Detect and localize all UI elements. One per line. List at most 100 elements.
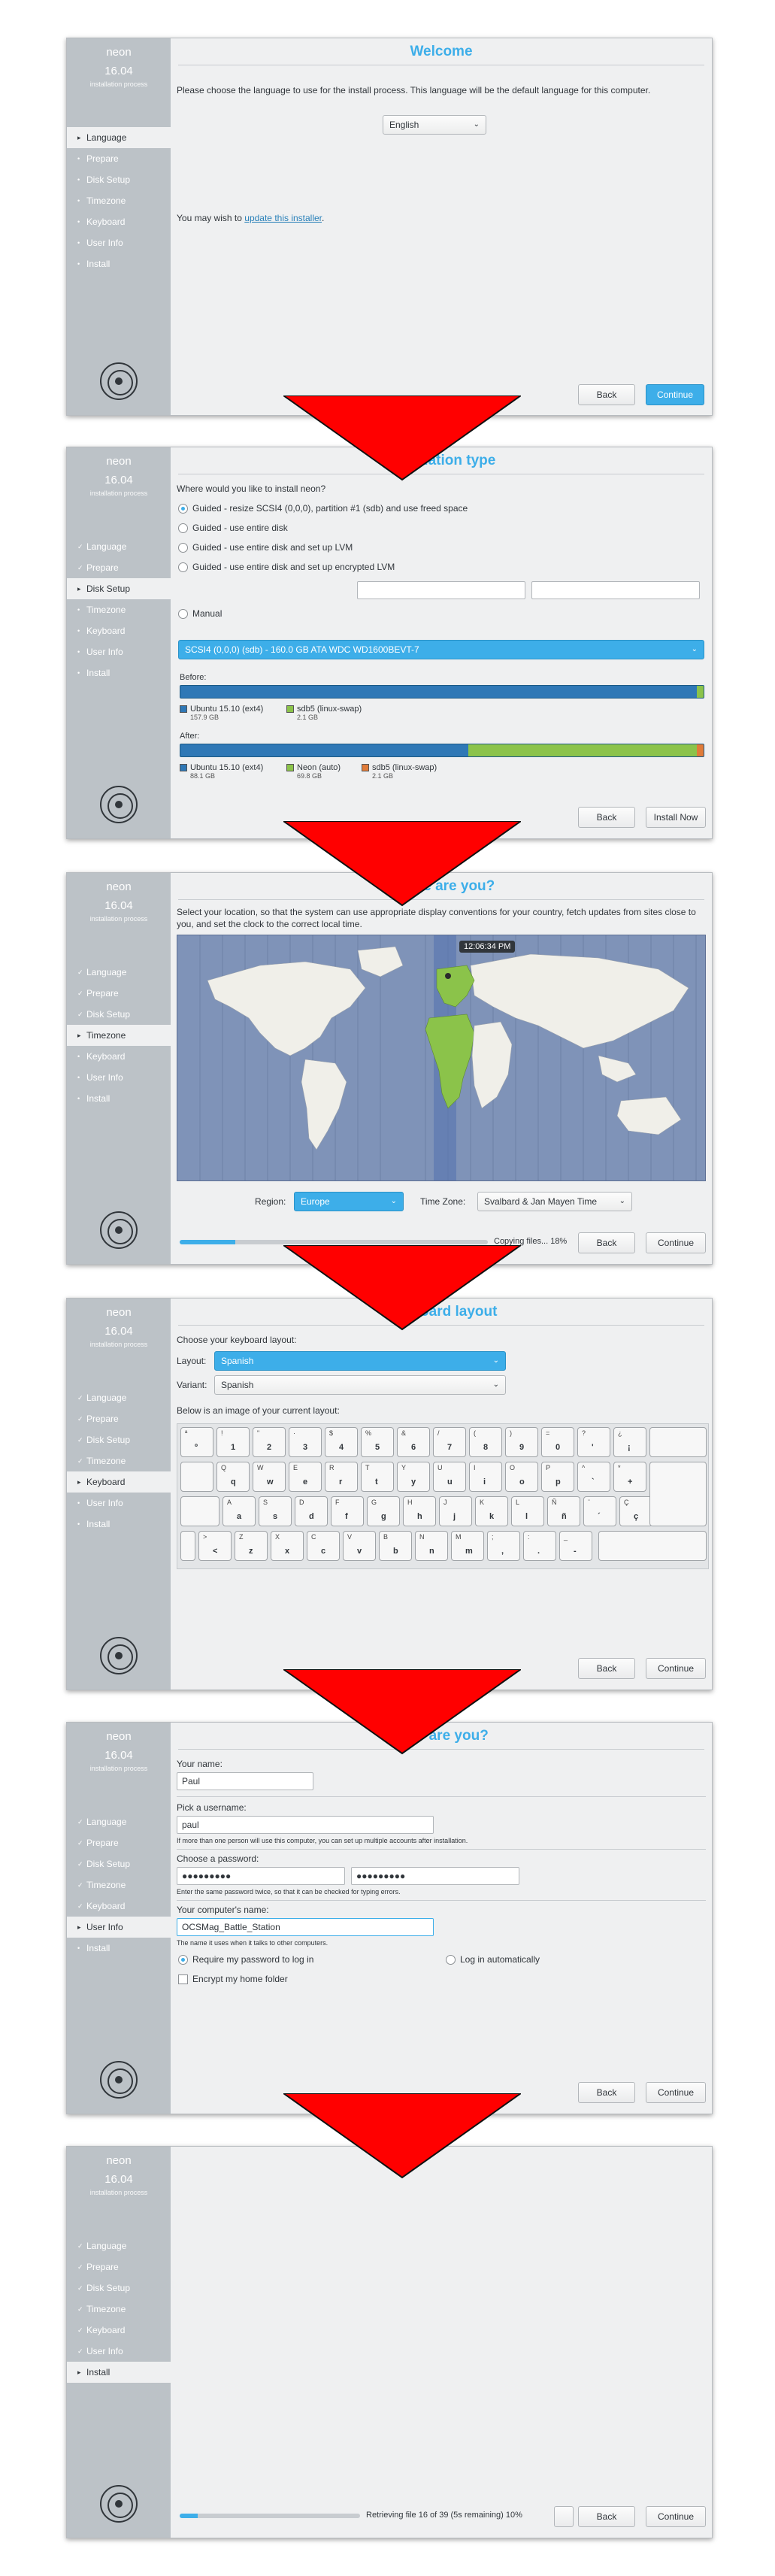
variant-select[interactable]: Spanish ⌄	[214, 1375, 506, 1395]
option-require-password[interactable]: Require my password to log in	[178, 1954, 313, 1965]
language-select[interactable]: English ⌄	[383, 115, 486, 135]
back-button[interactable]: Back	[578, 384, 635, 405]
steps-list: ✓ Language ✓ Prepare ✓ Disk Setup ✓ Timezone…	[67, 1387, 171, 1535]
step-label: Disk Setup	[86, 583, 131, 594]
keyboard-key: ? '	[577, 1427, 610, 1457]
key-upper-label: $	[329, 1429, 334, 1437]
option-auto-login[interactable]: Log in automatically	[446, 1954, 540, 1965]
keyboard-key: ^ `	[577, 1462, 610, 1492]
key-upper-label: (	[474, 1429, 476, 1437]
key-upper-label: S	[263, 1499, 268, 1506]
name-field[interactable]: Paul	[177, 1772, 313, 1790]
step-keyboard: • Keyboard	[67, 211, 171, 232]
layout-select[interactable]: Spanish ⌄	[214, 1351, 506, 1371]
password-hint: Enter the same password twice, so that i…	[177, 1888, 401, 1896]
option-entire-disk[interactable]: Guided - use entire disk	[178, 523, 288, 534]
sidebar: neon 16.04 installation process ▸ Languag…	[67, 38, 171, 415]
check-icon: ✓	[77, 2305, 83, 2313]
keyboard-key: Vv	[343, 1531, 376, 1561]
key-lower-label: <	[213, 1547, 218, 1556]
keyboard-key: $4	[325, 1427, 358, 1457]
installer-window-install: neon 16.04 installation process ✓ Languag…	[66, 2146, 713, 2538]
key-upper-label: E	[293, 1464, 298, 1471]
check-icon: ✓	[77, 543, 83, 550]
key-lower-label: 7	[447, 1443, 453, 1452]
legend-name: sdb5 (linux-swap)	[372, 763, 437, 772]
option-encrypt-home[interactable]: Encrypt my home folder	[178, 1974, 288, 1985]
option-label: Guided - use entire disk and set up LVM	[192, 542, 353, 553]
step-label: User Info	[86, 1498, 123, 1508]
option-entire-disk-lvm[interactable]: Guided - use entire disk and set up LVM	[178, 542, 353, 553]
username-field[interactable]: paul	[177, 1816, 434, 1834]
continue-button[interactable]: Continue	[646, 1232, 706, 1253]
option-manual[interactable]: Manual	[178, 608, 222, 620]
step-label: Install	[86, 259, 110, 269]
passphrase-confirm-field[interactable]	[531, 581, 700, 599]
page-title: Welcome	[178, 38, 704, 65]
radio-selected[interactable]	[178, 504, 188, 514]
back-button[interactable]: Back	[578, 1658, 635, 1679]
step-install: • Install	[67, 662, 171, 683]
sidebar: neon 16.04 installation process ✓ Languag…	[67, 873, 171, 1264]
install-now-button[interactable]: Install Now	[646, 807, 706, 828]
step-language: ✓ Language	[67, 1811, 171, 1832]
key-upper-label: Y	[401, 1464, 407, 1471]
keyboard-image-label: Below is an image of your current layout…	[177, 1405, 340, 1416]
legend-after-ubuntu: Ubuntu 15.10 (ext4) 88.1 GB	[180, 763, 263, 780]
key-lower-label: ´	[598, 1512, 601, 1521]
radio-selected[interactable]	[178, 1955, 188, 1965]
brand: neon 16.04 installation process	[67, 873, 171, 923]
timezone-select[interactable]: Svalbard & Jan Mayen Time ⌄	[477, 1192, 632, 1211]
timezone-intro: Select your location, so that the system…	[177, 907, 696, 929]
key-lower-label: k	[489, 1512, 495, 1521]
content: Who are you? Your name: Paul Pick a user…	[171, 1723, 712, 2114]
bullet-icon: •	[77, 648, 80, 656]
radio[interactable]	[446, 1955, 456, 1965]
step-keyboard: ✓ Keyboard	[67, 2320, 171, 2341]
back-button[interactable]: Back	[578, 2506, 635, 2527]
back-button[interactable]: Back	[578, 807, 635, 828]
passphrase-field[interactable]	[357, 581, 525, 599]
legend-name: Ubuntu 15.10 (ext4)	[190, 763, 264, 772]
layout-value: Spanish	[221, 1356, 254, 1366]
password-field[interactable]: ●●●●●●●●●	[177, 1867, 345, 1885]
key-upper-label: F	[335, 1499, 340, 1506]
radio[interactable]	[178, 609, 188, 620]
brand-name: neon	[106, 1730, 132, 1743]
steps-list: ✓ Language ✓ Prepare ✓ Disk Setup ▸ Timezone…	[67, 962, 171, 1109]
back-button[interactable]: Back	[578, 2082, 635, 2103]
radio[interactable]	[178, 523, 188, 534]
continue-button[interactable]: Continue	[646, 2506, 706, 2527]
check-icon: ✓	[77, 2263, 83, 2271]
key-lower-label: 8	[483, 1443, 489, 1452]
key-upper-label: &	[401, 1429, 407, 1437]
keyboard-key	[649, 1427, 707, 1457]
keyboard-key: Cc	[307, 1531, 340, 1561]
arrow-graphic	[280, 2093, 524, 2179]
continue-button[interactable]: Continue	[646, 384, 704, 405]
disk-select[interactable]: SCSI4 (0,0,0) (sdb) - 160.0 GB ATA WDC W…	[178, 640, 704, 659]
radio[interactable]	[178, 543, 188, 553]
computer-name-label: Your computer's name:	[177, 1905, 269, 1915]
keyboard-key	[649, 1462, 707, 1526]
key-lower-label: 0	[556, 1443, 561, 1452]
radio[interactable]	[178, 562, 188, 573]
option-encrypted-lvm[interactable]: Guided - use entire disk and set up encr…	[178, 562, 395, 573]
back-button[interactable]: Back	[578, 1232, 635, 1253]
continue-button[interactable]: Continue	[646, 1658, 706, 1679]
password-confirm-field[interactable]: ●●●●●●●●●	[351, 1867, 519, 1885]
region-select[interactable]: Europe ⌄	[294, 1192, 404, 1211]
option-guided-resize[interactable]: Guided - resize SCSI4 (0,0,0), partition…	[178, 503, 468, 514]
checkbox[interactable]	[178, 1974, 188, 1985]
keyboard-key: Ee	[289, 1462, 322, 1492]
welcome-intro: Please choose the language to use for th…	[177, 85, 651, 95]
computer-name-field[interactable]: OCSMag_Battle_Station	[177, 1918, 434, 1936]
continue-button[interactable]: Continue	[646, 2082, 706, 2103]
world-map[interactable]	[177, 935, 706, 1181]
bullet-icon: •	[77, 260, 80, 268]
arrow-down-icon	[280, 1668, 524, 1756]
step-label: Keyboard	[86, 1051, 126, 1062]
skip-button[interactable]	[554, 2506, 574, 2527]
step-label: Install	[86, 1943, 110, 1953]
update-installer-link[interactable]: update this installer	[244, 213, 322, 223]
